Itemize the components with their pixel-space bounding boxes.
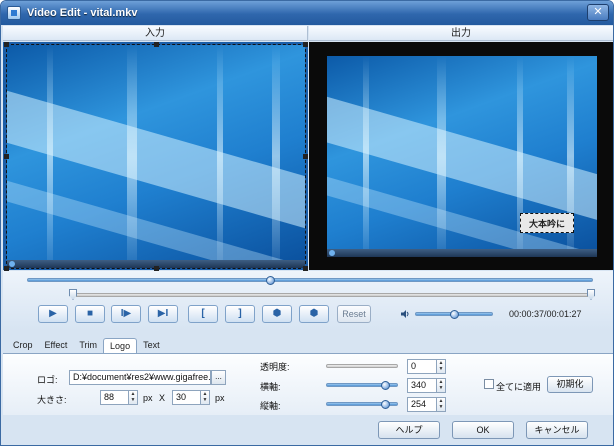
logo-width-input[interactable]: 88	[100, 390, 129, 405]
video-edit-window: Video Edit - vital.mkv ✕ 入力 出力 大本吟に ▶ ■ …	[0, 0, 614, 446]
logo-overlay[interactable]: 大本吟に	[520, 213, 574, 233]
app-icon	[7, 6, 21, 20]
mark-in-button[interactable]: [	[188, 305, 218, 323]
snapshot-button[interactable]: ⬢	[262, 305, 292, 323]
horizontal-position-spinner[interactable]: ▲ ▼	[437, 378, 446, 393]
time-readout: 00:00:37/00:01:27	[509, 309, 582, 319]
cancel-button[interactable]: キャンセル	[526, 421, 588, 439]
output-pane-header: 出力	[309, 26, 613, 41]
tab-effect[interactable]: Effect	[39, 338, 74, 354]
input-pane-header: 入力	[3, 26, 308, 41]
ok-button[interactable]: OK	[452, 421, 514, 439]
title-bar: Video Edit - vital.mkv ✕	[1, 1, 613, 25]
output-preview	[309, 42, 613, 270]
horizontal-position-input[interactable]: 340	[407, 378, 437, 393]
tab-text[interactable]: Text	[137, 338, 166, 354]
close-button[interactable]: ✕	[587, 4, 609, 21]
edit-tabs: Crop Effect Trim Logo Text	[7, 338, 166, 354]
crop-handle-ml[interactable]	[4, 154, 9, 159]
logo-file-path-input[interactable]: D:¥document¥res2¥www.gigafree.ne	[69, 370, 211, 385]
crop-handle-mr[interactable]	[303, 154, 308, 159]
tab-crop[interactable]: Crop	[7, 338, 39, 354]
position-slider-knob[interactable]	[265, 276, 275, 285]
crop-selection-box[interactable]	[6, 44, 306, 269]
horizontal-position-label: 横軸:	[260, 382, 281, 392]
size-separator: X	[159, 393, 166, 403]
reset-button[interactable]: Reset	[337, 305, 371, 323]
volume-slider-knob[interactable]	[449, 310, 459, 319]
logo-height-input[interactable]: 30	[172, 390, 201, 405]
logo-file-label: ロゴ:	[37, 375, 58, 385]
browse-button[interactable]: ...	[211, 370, 226, 385]
vertical-position-knob[interactable]	[381, 400, 390, 409]
size-label: 大きさ:	[37, 395, 67, 405]
speaker-icon	[401, 310, 409, 318]
logo-width-spinner[interactable]: ▲ ▼	[129, 390, 138, 405]
position-track[interactable]	[27, 278, 593, 282]
initialize-button[interactable]: 初期化	[547, 376, 593, 393]
opacity-spinner[interactable]: ▲ ▼	[437, 359, 446, 374]
stop-button[interactable]: ■	[75, 305, 105, 323]
mark-out-button[interactable]: ]	[225, 305, 255, 323]
apply-all-label: 全てに適用	[496, 382, 542, 392]
vertical-position-spinner[interactable]: ▲ ▼	[437, 397, 446, 412]
step-forward-button[interactable]: I▶	[111, 305, 141, 323]
help-button[interactable]: ヘルプ	[378, 421, 440, 439]
horizontal-position-knob[interactable]	[381, 381, 390, 390]
crop-handle-tl[interactable]	[4, 42, 9, 47]
tab-trim[interactable]: Trim	[73, 338, 103, 354]
logo-height-spinner[interactable]: ▲ ▼	[201, 390, 210, 405]
vertical-position-input[interactable]: 254	[407, 397, 437, 412]
apply-all-checkbox[interactable]	[484, 379, 494, 389]
play-button[interactable]: ▶	[38, 305, 68, 323]
opacity-input[interactable]: 0	[407, 359, 437, 374]
trim-range-track[interactable]	[73, 293, 593, 297]
width-unit-label: px	[143, 393, 153, 403]
window-title: Video Edit - vital.mkv	[27, 7, 138, 19]
crop-handle-tr[interactable]	[303, 42, 308, 47]
opacity-label: 透明度:	[260, 362, 290, 372]
tab-logo[interactable]: Logo	[103, 338, 138, 354]
go-to-end-button[interactable]: ▶I	[148, 305, 178, 323]
vertical-position-label: 縦軸:	[260, 401, 281, 411]
input-preview	[3, 42, 308, 271]
opacity-slider[interactable]	[326, 364, 398, 368]
height-unit-label: px	[215, 393, 225, 403]
clip-button[interactable]: ⬢	[299, 305, 329, 323]
crop-handle-tc[interactable]	[154, 42, 159, 47]
